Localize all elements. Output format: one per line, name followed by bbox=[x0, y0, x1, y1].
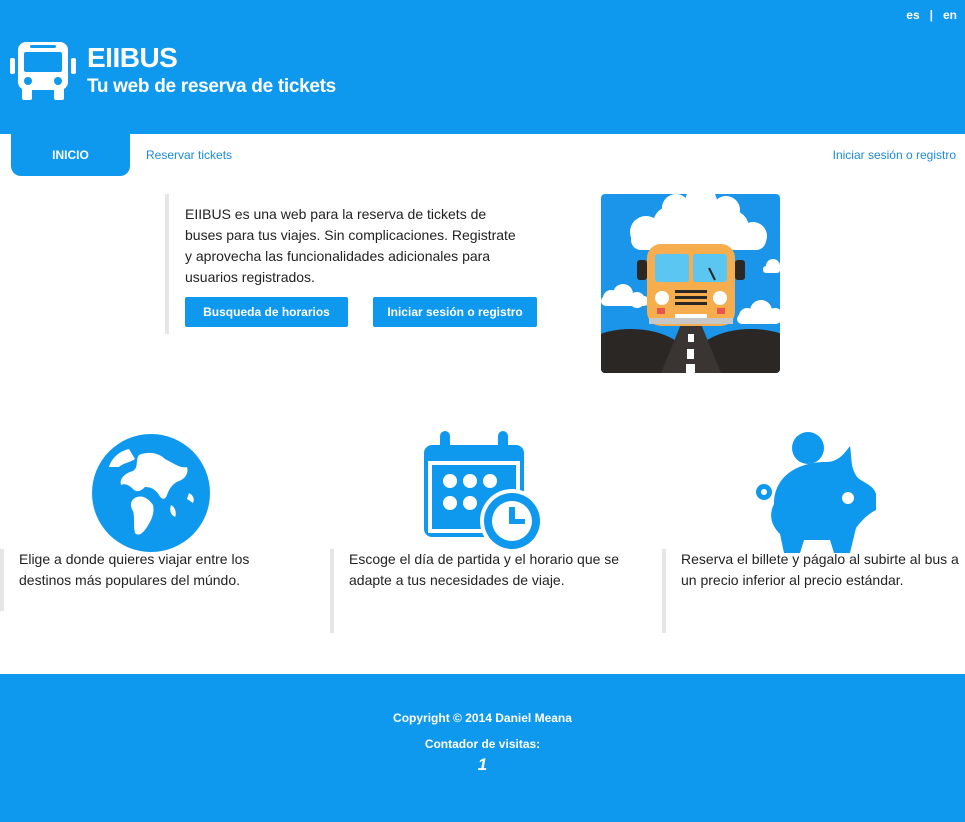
bus-illustration bbox=[601, 194, 780, 373]
site-header: es | en EIIBUS Tu web de reserva de tick… bbox=[0, 0, 965, 134]
bus-icon bbox=[10, 42, 76, 100]
lang-separator: | bbox=[929, 8, 933, 22]
login-register-button[interactable]: Iniciar sesión o registro bbox=[373, 297, 537, 327]
feature-schedule: Escoge el día de partida y el horario qu… bbox=[330, 549, 630, 633]
nav-link-login[interactable]: Iniciar sesión o registro bbox=[833, 148, 956, 162]
nav-tab-inicio[interactable]: INICIO bbox=[11, 134, 130, 176]
lang-es-link[interactable]: es bbox=[906, 8, 919, 22]
copyright-text: Copyright © 2014 Daniel Meana bbox=[393, 711, 572, 725]
feature-destinations-text: Elige a donde quieres viajar entre los d… bbox=[19, 551, 250, 588]
feature-payment-text: Reserva el billete y págalo al subirte a… bbox=[681, 551, 959, 588]
globe-icon bbox=[92, 434, 210, 552]
feature-payment: Reserva el billete y págalo al subirte a… bbox=[662, 549, 962, 633]
intro-block: EIIBUS es una web para la reserva de tic… bbox=[165, 194, 565, 334]
calendar-clock-icon bbox=[424, 431, 544, 553]
site-subtitle: Tu web de reserva de tickets bbox=[87, 76, 336, 97]
language-switcher: es | en bbox=[906, 8, 957, 22]
feature-destinations: Elige a donde quieres viajar entre los d… bbox=[0, 549, 300, 611]
feature-schedule-text: Escoge el día de partida y el horario qu… bbox=[349, 551, 620, 588]
visit-counter-label: Contador de visitas: bbox=[424, 737, 541, 751]
intro-text: EIIBUS es una web para la reserva de tic… bbox=[185, 206, 516, 285]
site-title: EIIBUS bbox=[87, 42, 178, 73]
main-nav: INICIO Reservar tickets Iniciar sesión o… bbox=[0, 134, 965, 176]
site-footer: Copyright © 2014 Daniel Meana Contador d… bbox=[0, 674, 965, 822]
search-schedules-button[interactable]: Busqueda de horarios bbox=[185, 297, 348, 327]
visit-counter-value: 1 bbox=[477, 755, 488, 774]
piggy-bank-icon bbox=[756, 432, 876, 553]
lang-en-link[interactable]: en bbox=[943, 8, 957, 22]
nav-link-reservar[interactable]: Reservar tickets bbox=[146, 148, 232, 162]
